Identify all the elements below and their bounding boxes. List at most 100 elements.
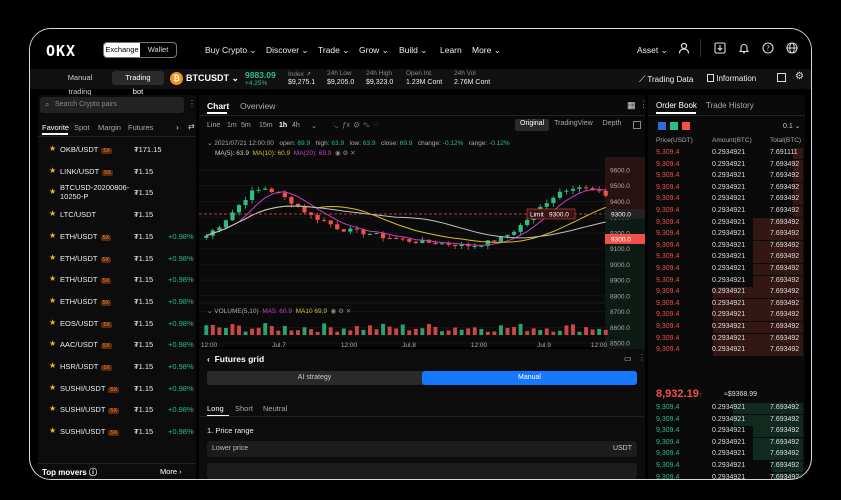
pair-tab[interactable]: Favorite [42,123,69,132]
table-row[interactable]: 9,309.4 0.2934921 7.693492 [648,403,803,414]
candle[interactable] [603,190,608,196]
grid-layout-icon[interactable]: ▦ [627,100,636,111]
candle[interactable] [472,246,477,248]
interval-option[interactable]: 5m [241,122,251,129]
table-row[interactable]: 9,309.4 0.2934921 7.693492 [648,240,803,252]
candle[interactable] [511,231,517,235]
star-icon[interactable]: ★ [49,166,56,175]
table-row[interactable]: 9,309.4 0.2934921 7.693492 [648,298,803,310]
lower-price-input[interactable]: Lower price USDT [207,441,637,457]
okx-logo[interactable]: OKX [46,42,76,60]
candle[interactable] [525,219,530,226]
star-icon[interactable]: ★ [49,404,56,413]
settings-icon[interactable]: ⚙ [795,71,804,82]
candle[interactable] [570,188,576,191]
interval-option[interactable]: 1h [279,122,287,129]
chevron-right-icon[interactable]: › [176,123,179,132]
tab-chart[interactable]: Chart [207,101,229,111]
swap-icon[interactable]: ⇄ [188,122,195,131]
globe-icon[interactable] [786,42,798,57]
bids-only-icon[interactable] [670,122,678,130]
candle[interactable] [387,238,392,240]
star-icon[interactable]: ★ [49,339,56,348]
more-link[interactable]: More › [160,467,182,476]
pair-tab[interactable]: Spot [74,123,89,132]
table-row[interactable]: 9,309.4 0.2934921 7.693492 [648,472,803,479]
manual-tab[interactable]: Manual [422,371,637,385]
candle[interactable] [204,235,209,238]
card-icon[interactable]: ▭ [624,354,632,363]
star-icon[interactable]: ★ [49,296,56,305]
candle[interactable] [577,187,582,189]
candle[interactable] [250,190,255,201]
candle[interactable] [348,228,353,232]
indicator-icon[interactable]: ƒx [342,122,349,129]
draw-icon[interactable]: ✎ [363,122,369,129]
candle[interactable] [256,189,261,191]
star-icon[interactable]: ★ [49,426,56,435]
list-item[interactable]: ★ ETH/USDT 5X ₮1.15 +0.98% [38,291,196,312]
settings-icon[interactable]: ⚙ [342,150,348,157]
list-item[interactable]: ★ ETH/USDT 5X ₮1.15 +0.98% [38,248,196,269]
bell-icon[interactable] [738,42,750,57]
candle[interactable] [564,190,569,192]
table-row[interactable]: 9,309.4 0.2934921 7.691111 [648,148,803,159]
candle[interactable] [302,206,307,213]
user-icon[interactable] [678,42,690,57]
manual-trading-tab[interactable]: Manual trading [48,71,112,96]
menu-item[interactable]: More ⌄ [472,45,501,56]
direction-tab[interactable]: Long [207,404,224,413]
interval-option[interactable]: Line [207,122,220,129]
view-depth[interactable]: Depth [598,119,627,131]
candle[interactable] [433,242,438,245]
menu-item[interactable]: Grow ⌄ [359,45,389,56]
candle[interactable] [243,200,248,206]
candle[interactable] [413,241,418,244]
menu-item[interactable]: Build ⌄ [399,45,427,56]
expand-icon[interactable]: ⌄ [207,140,212,147]
menu-item[interactable]: Buy Crypto ⌄ [205,45,257,56]
table-row[interactable]: 9,309.4 0.2934921 7.693492 [648,287,803,299]
list-item[interactable]: ★ ETH/USDT 5X ₮1.15 +0.98% [38,269,196,290]
settings-icon[interactable]: ⚙ [354,122,360,129]
candle[interactable] [597,190,602,192]
view-tradingview[interactable]: TradingView [549,119,598,131]
star-icon[interactable]: ★ [49,361,56,370]
table-row[interactable]: 9,309.4 0.2934921 7.693492 [648,217,803,229]
candle[interactable] [583,187,589,189]
list-item[interactable]: ★ BTCUSD-20200806- 10250-P ₮1.15 [38,182,196,203]
direction-tab[interactable]: Neutral [263,404,287,413]
candle[interactable] [439,243,445,245]
star-icon[interactable]: ★ [49,253,56,262]
candle-type-icon[interactable]: ⫶⌄ [333,122,339,129]
chevron-down-icon[interactable]: ⌄ [311,122,317,130]
table-row[interactable]: 9,309.4 0.2934921 7.693492 [648,159,803,171]
table-row[interactable]: 9,309.4 0.2934921 7.693492 [648,414,803,426]
trading-data-link[interactable]: ⟋ Trading Data [639,74,693,85]
precision-select[interactable]: 0.1 ⌄ [783,122,801,130]
list-item[interactable]: ★ HSR/USDT 5X ₮1.15 +0.98% [38,356,196,377]
settings-icon[interactable]: ⚙ [338,308,344,315]
candle[interactable] [315,214,320,220]
star-icon[interactable]: ★ [49,187,56,196]
table-row[interactable]: 9,309.4 0.2934921 7.693492 [648,229,803,241]
star-icon[interactable]: ★ [49,144,56,153]
candle[interactable] [557,191,562,198]
table-row[interactable]: 9,309.4 0.2934921 7.693492 [648,333,803,345]
candle[interactable] [217,227,222,231]
view-original[interactable]: Original [515,119,550,131]
upper-price-input[interactable] [207,463,637,479]
list-item[interactable]: ★ SUSHI/USDT 5X ₮1.15 +0.98% [38,399,196,420]
candle[interactable] [380,233,386,239]
asks-only-icon[interactable] [682,122,690,130]
candle[interactable] [354,228,359,230]
list-item[interactable]: ★ SUSHI/USDT 5X ₮1.15 +0.98% [38,421,196,442]
wallet-toggle[interactable]: Wallet [140,43,176,57]
help-icon[interactable]: ? [762,42,774,57]
download-icon[interactable] [714,42,726,57]
trading-bot-tab[interactable]: Trading bot [112,71,164,96]
ai-strategy-tab[interactable]: AI strategy [207,371,422,385]
direction-tab[interactable]: Short [235,404,253,413]
information-link[interactable]: Information [707,74,756,83]
asset-menu[interactable]: Asset ⌄ [637,45,668,56]
